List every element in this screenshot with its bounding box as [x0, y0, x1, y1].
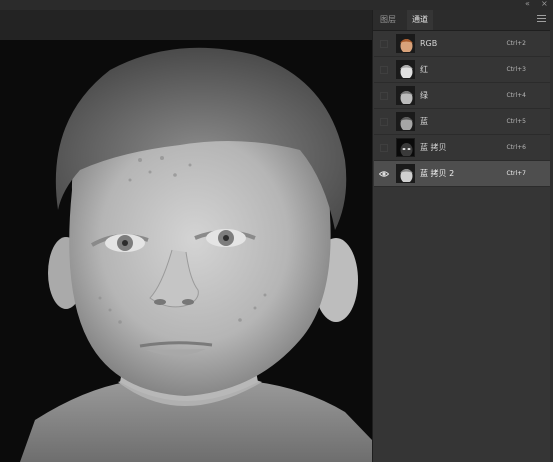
visibility-toggle[interactable]: [380, 40, 388, 48]
channel-shortcut: Ctrl+4: [506, 92, 526, 99]
eye-icon[interactable]: [379, 169, 389, 179]
channel-row-blue[interactable]: 蓝 Ctrl+5: [374, 109, 550, 135]
visibility-toggle[interactable]: [380, 92, 388, 100]
panel-menu-icon[interactable]: [537, 15, 546, 23]
channel-row-blue-copy[interactable]: 蓝 拷贝 Ctrl+6: [374, 135, 550, 161]
channel-thumbnail: [396, 34, 415, 53]
channel-thumbnail: [396, 86, 415, 105]
tab-layers[interactable]: 图层: [375, 10, 401, 30]
channel-shortcut: Ctrl+5: [506, 118, 526, 125]
tab-channels[interactable]: 通道: [407, 10, 433, 30]
channel-shortcut: Ctrl+7: [506, 170, 526, 177]
channel-row-rgb[interactable]: RGB Ctrl+2: [374, 31, 550, 57]
channel-thumbnail: [396, 60, 415, 79]
channel-shortcut: Ctrl+3: [506, 66, 526, 73]
channel-shortcut: Ctrl+6: [506, 144, 526, 151]
top-bar: « ×: [0, 0, 553, 10]
visibility-toggle[interactable]: [380, 118, 388, 126]
channel-name: RGB: [420, 39, 438, 48]
channel-row-blue-copy-2[interactable]: 蓝 拷贝 2 Ctrl+7: [374, 161, 550, 187]
canvas-surround: [0, 10, 372, 40]
channel-shortcut: Ctrl+2: [506, 40, 526, 47]
channel-row-green[interactable]: 绿 Ctrl+4: [374, 83, 550, 109]
channel-row-red[interactable]: 红 Ctrl+3: [374, 57, 550, 83]
channel-thumbnail: [396, 138, 415, 157]
channel-thumbnail: [396, 164, 415, 183]
collapse-panels-icon[interactable]: «: [525, 0, 530, 9]
channel-thumbnail: [396, 112, 415, 131]
channels-panel: 图层 通道 RGB Ctrl+2 红 Ctrl+3 绿 Ctrl+4 蓝 Ctr…: [372, 10, 553, 462]
visibility-toggle[interactable]: [380, 66, 388, 74]
channel-name: 绿: [420, 91, 428, 100]
channel-name: 蓝 拷贝 2: [420, 169, 455, 178]
close-panel-icon[interactable]: ×: [541, 0, 548, 9]
photo-grayscale-portrait: [0, 40, 372, 462]
channel-name: 红: [420, 65, 428, 74]
channel-name: 蓝 拷贝: [420, 143, 447, 152]
image-canvas[interactable]: [0, 40, 372, 462]
visibility-toggle[interactable]: [380, 144, 388, 152]
channel-name: 蓝: [420, 117, 428, 126]
panel-tabs: 图层 通道: [373, 10, 553, 31]
